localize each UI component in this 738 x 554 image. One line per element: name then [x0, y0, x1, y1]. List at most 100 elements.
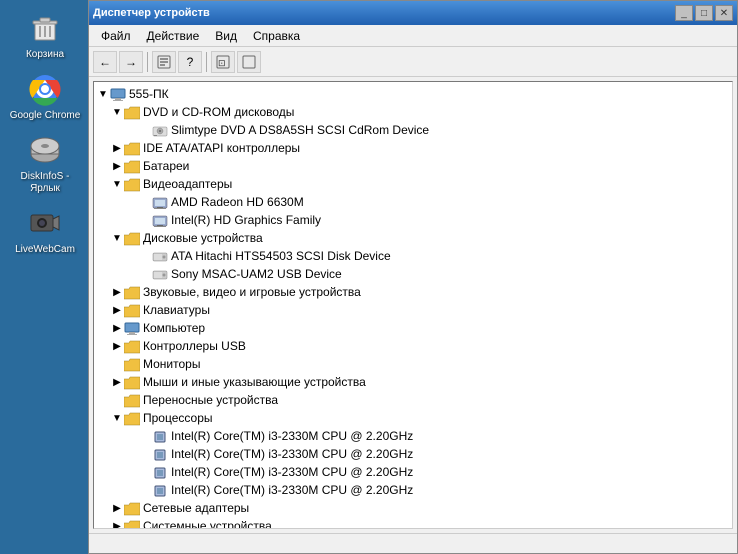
cpu1-icon — [152, 429, 168, 445]
cpu1-item[interactable]: Intel(R) Core(TM) i3-2330M CPU @ 2.20GHz — [94, 428, 732, 446]
ide-label: IDE ATA/ATAPI контроллеры — [143, 139, 300, 158]
network-label: Сетевые адаптеры — [143, 499, 249, 518]
mouse-expand[interactable]: ▶ — [110, 376, 124, 390]
uninstall-button[interactable] — [237, 51, 261, 73]
cpu4-icon — [152, 483, 168, 499]
audio-folder-icon — [124, 285, 140, 301]
cpu3-icon — [152, 465, 168, 481]
video-label: Видеоадаптеры — [143, 175, 232, 194]
system-category[interactable]: ▶ Системные устройства — [94, 518, 732, 529]
diskinfos-label: DiskInfoS - Ярлык — [5, 171, 85, 195]
computer-category[interactable]: ▶ Компьютер — [94, 320, 732, 338]
network-category[interactable]: ▶ Сетевые адаптеры — [94, 500, 732, 518]
toolbar-separator-1 — [147, 52, 148, 72]
cpu4-item[interactable]: Intel(R) Core(TM) i3-2330M CPU @ 2.20GHz — [94, 482, 732, 500]
slimtype-dvd-item[interactable]: Slimtype DVD A DS8A5SH SCSI CdRom Device — [94, 122, 732, 140]
svg-text:⊡: ⊡ — [218, 58, 226, 68]
usb-expand[interactable]: ▶ — [110, 340, 124, 354]
diskinfos-icon[interactable]: DiskInfoS - Ярлык — [5, 132, 85, 195]
dvd-category[interactable]: ▼ DVD и CD-ROM дисководы — [94, 104, 732, 122]
cpu3-label: Intel(R) Core(TM) i3-2330M CPU @ 2.20GHz — [171, 463, 413, 482]
dvd-label: DVD и CD-ROM дисководы — [143, 103, 294, 122]
intel-hd-item[interactable]: Intel(R) HD Graphics Family — [94, 212, 732, 230]
back-button[interactable]: ← — [93, 51, 117, 73]
desktop: Корзина Google Chrome — [0, 0, 738, 554]
help-button[interactable]: ? — [178, 51, 202, 73]
display-adapter-icon — [152, 195, 168, 211]
ide-expand[interactable]: ▶ — [110, 142, 124, 156]
sony-msac-item[interactable]: Sony MSAC-UAM2 USB Device — [94, 266, 732, 284]
audio-label: Звуковые, видео и игровые устройства — [143, 283, 361, 302]
chrome-image — [27, 71, 63, 107]
title-bar: Диспетчер устройств _ □ ✕ — [89, 1, 737, 25]
cpu-label: Процессоры — [143, 409, 213, 428]
menu-action[interactable]: Действие — [139, 27, 208, 45]
root-label: 555-ПК — [129, 85, 169, 104]
keyboard-category[interactable]: ▶ Клавиатуры — [94, 302, 732, 320]
livewebcam-icon[interactable]: LiveWebCam — [5, 205, 85, 256]
intel-hd-label: Intel(R) HD Graphics Family — [171, 211, 321, 230]
video-category[interactable]: ▼ Видеоадаптеры — [94, 176, 732, 194]
menu-file[interactable]: Файл — [93, 27, 139, 45]
device-tree: ▼ 555-ПК ▼ — [94, 86, 732, 529]
hdd-icon — [152, 249, 168, 265]
audio-category[interactable]: ▶ Звуковые, видео и игровые устройства — [94, 284, 732, 302]
computer-folder-icon — [124, 321, 140, 337]
monitors-category[interactable]: Мониторы — [94, 356, 732, 374]
system-expand[interactable]: ▶ — [110, 520, 124, 529]
system-label: Системные устройства — [143, 517, 272, 529]
disk-folder-icon — [124, 231, 140, 247]
properties-button[interactable] — [152, 51, 176, 73]
dvd-expand[interactable]: ▼ — [110, 106, 124, 120]
system-folder-icon — [124, 519, 140, 529]
root-expand-icon[interactable]: ▼ — [96, 88, 110, 102]
toolbar: ← → ? ⊡ — [89, 47, 737, 77]
amd-radeon-item[interactable]: AMD Radeon HD 6630M — [94, 194, 732, 212]
keyboard-expand[interactable]: ▶ — [110, 304, 124, 318]
disk-expand[interactable]: ▼ — [110, 232, 124, 246]
computer-label: Компьютер — [143, 319, 205, 338]
minimize-button[interactable]: _ — [675, 5, 693, 21]
livewebcam-label: LiveWebCam — [15, 244, 75, 256]
maximize-button[interactable]: □ — [695, 5, 713, 21]
ide-folder-icon — [124, 141, 140, 157]
network-expand[interactable]: ▶ — [110, 502, 124, 516]
slimtype-label: Slimtype DVD A DS8A5SH SCSI CdRom Device — [171, 121, 429, 140]
battery-expand[interactable]: ▶ — [110, 160, 124, 174]
cpu-expand[interactable]: ▼ — [110, 412, 124, 426]
recycle-bin-icon[interactable]: Корзина — [5, 10, 85, 61]
tree-root[interactable]: ▼ 555-ПК — [94, 86, 732, 104]
diskinfos-image — [27, 132, 63, 168]
hitachi-item[interactable]: ATA Hitachi HTS54503 SCSI Disk Device — [94, 248, 732, 266]
chrome-icon[interactable]: Google Chrome — [5, 71, 85, 122]
cpu-folder-icon — [124, 411, 140, 427]
computer-icon — [110, 87, 126, 103]
refresh-button[interactable]: ⊡ — [211, 51, 235, 73]
video-expand[interactable]: ▼ — [110, 178, 124, 192]
forward-button[interactable]: → — [119, 51, 143, 73]
network-folder-icon — [124, 501, 140, 517]
close-button[interactable]: ✕ — [715, 5, 733, 21]
cpu3-item[interactable]: Intel(R) Core(TM) i3-2330M CPU @ 2.20GHz — [94, 464, 732, 482]
ide-category[interactable]: ▶ IDE ATA/ATAPI контроллеры — [94, 140, 732, 158]
menu-view[interactable]: Вид — [207, 27, 245, 45]
mouse-category[interactable]: ▶ Мыши и иные указывающие устройства — [94, 374, 732, 392]
recycle-bin-label: Корзина — [26, 49, 64, 61]
menu-help[interactable]: Справка — [245, 27, 308, 45]
cpu2-item[interactable]: Intel(R) Core(TM) i3-2330M CPU @ 2.20GHz — [94, 446, 732, 464]
hitachi-label: ATA Hitachi HTS54503 SCSI Disk Device — [171, 247, 391, 266]
device-tree-panel[interactable]: ▼ 555-ПК ▼ — [93, 81, 733, 529]
disk-category[interactable]: ▼ Дисковые устройства — [94, 230, 732, 248]
computer-expand[interactable]: ▶ — [110, 322, 124, 336]
livewebcam-image — [27, 205, 63, 241]
usb-category[interactable]: ▶ Контроллеры USB — [94, 338, 732, 356]
portable-category[interactable]: Переносные устройства — [94, 392, 732, 410]
cpu-category[interactable]: ▼ Процессоры — [94, 410, 732, 428]
usb-folder-icon — [124, 339, 140, 355]
device-manager-window: Диспетчер устройств _ □ ✕ Файл Действие … — [88, 0, 738, 554]
portable-label: Переносные устройства — [143, 391, 278, 410]
battery-folder-icon — [124, 159, 140, 175]
battery-category[interactable]: ▶ Батареи — [94, 158, 732, 176]
audio-expand[interactable]: ▶ — [110, 286, 124, 300]
usb-storage-icon — [152, 267, 168, 283]
